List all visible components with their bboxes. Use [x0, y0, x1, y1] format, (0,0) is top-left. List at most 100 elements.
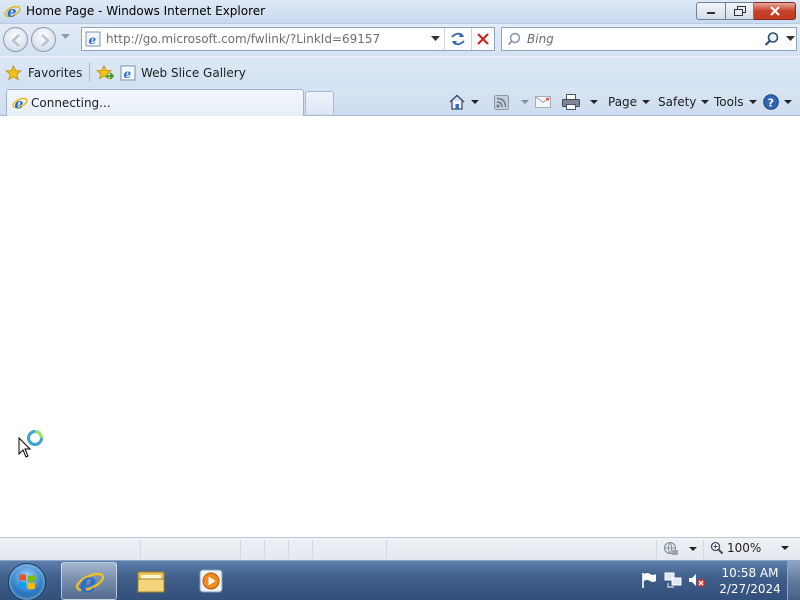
ie-icon: e — [120, 65, 136, 81]
windows-logo-icon — [19, 574, 35, 590]
page-menu[interactable]: Page — [608, 92, 651, 112]
tools-menu[interactable]: Tools — [714, 92, 757, 112]
ie-icon: e — [4, 3, 21, 20]
command-bar: e Connecting... Page Safety Tools ? — [0, 88, 800, 116]
restore-icon — [733, 6, 746, 16]
close-button[interactable] — [754, 2, 796, 20]
feeds-dropdown-icon[interactable] — [521, 100, 529, 104]
system-clock[interactable]: 10:58 AM 2/27/2024 — [712, 565, 788, 597]
show-desktop-button[interactable] — [787, 561, 800, 600]
stop-icon[interactable] — [475, 31, 491, 47]
navigation-bar: e http://go.microsoft.com/fwlink/?LinkId… — [0, 24, 800, 56]
divider — [140, 540, 141, 559]
print-button[interactable] — [562, 92, 598, 112]
window-controls — [696, 2, 796, 20]
favorites-star-icon — [5, 65, 22, 81]
svg-text:e: e — [15, 97, 24, 112]
page-menu-label: Page — [608, 95, 638, 109]
taskbar-internet-explorer[interactable]: e — [61, 562, 117, 600]
address-url[interactable]: http://go.microsoft.com/fwlink/?LinkId=6… — [106, 32, 380, 46]
status-bar: 100% — [0, 537, 800, 560]
busy-cursor-icon — [18, 430, 43, 458]
divider — [264, 540, 265, 559]
action-center-flag-icon[interactable] — [640, 571, 658, 589]
restore-button[interactable] — [726, 2, 754, 20]
divider — [240, 540, 241, 559]
svg-text:e: e — [7, 3, 17, 20]
help-dropdown-icon — [784, 100, 792, 104]
zone-dropdown-icon[interactable] — [689, 547, 697, 551]
favorites-item-label: Web Slice Gallery — [141, 66, 246, 80]
address-dropdown-icon[interactable] — [431, 36, 440, 42]
home-icon — [449, 94, 465, 110]
close-icon — [769, 6, 780, 16]
safety-menu-label: Safety — [658, 95, 697, 109]
taskbar: e 10:58 AM 2/27/2024 — [0, 560, 800, 600]
svg-text:e: e — [89, 33, 97, 47]
divider — [703, 540, 704, 559]
printer-icon — [562, 94, 580, 110]
zoom-control[interactable]: 100% — [710, 541, 790, 555]
search-icon[interactable] — [764, 31, 780, 47]
mail-icon — [535, 96, 551, 108]
page-content[interactable] — [0, 116, 800, 537]
page-dropdown-icon — [642, 100, 651, 104]
divider — [471, 28, 472, 50]
recent-pages-dropdown-icon[interactable] — [61, 34, 70, 40]
back-arrow-icon — [11, 34, 20, 47]
svg-text:?: ? — [768, 97, 774, 110]
minimize-button[interactable] — [696, 2, 726, 20]
favorites-item-web-slice-gallery[interactable]: e Web Slice Gallery — [120, 63, 246, 83]
feeds-button[interactable] — [494, 92, 529, 112]
divider — [89, 62, 90, 82]
taskbar-windows-explorer[interactable] — [123, 562, 179, 600]
favorites-label: Favorites — [28, 66, 83, 80]
tools-menu-label: Tools — [714, 95, 744, 109]
favorites-bar: Favorites e Web Slice Gallery — [0, 56, 800, 88]
forward-button[interactable] — [31, 27, 56, 52]
search-options-dropdown-icon[interactable] — [786, 36, 795, 42]
search-box[interactable]: Bing — [501, 27, 797, 51]
safety-menu[interactable]: Safety — [658, 92, 710, 112]
print-dropdown-icon[interactable] — [590, 100, 598, 104]
globe-lock-icon — [664, 542, 678, 555]
help-button[interactable]: ? — [763, 92, 792, 112]
home-dropdown-icon[interactable] — [471, 100, 479, 104]
taskbar-media-player[interactable] — [183, 562, 239, 600]
zoom-icon — [710, 541, 724, 555]
forward-arrow-icon — [41, 34, 50, 47]
divider — [656, 540, 657, 559]
favorites-button[interactable]: Favorites — [5, 63, 82, 83]
window-title: Home Page - Windows Internet Explorer — [26, 4, 266, 18]
tools-dropdown-icon — [748, 100, 757, 104]
divider — [444, 28, 445, 50]
bing-icon — [507, 32, 521, 46]
address-bar[interactable]: e http://go.microsoft.com/fwlink/?LinkId… — [81, 27, 495, 51]
tab-active[interactable]: e Connecting... — [6, 89, 304, 116]
refresh-icon[interactable] — [448, 30, 468, 48]
media-player-icon — [199, 569, 223, 593]
start-button[interactable] — [8, 563, 46, 600]
ie-icon: e — [75, 568, 105, 597]
network-icon[interactable] — [664, 571, 682, 589]
rss-feed-icon — [494, 94, 509, 110]
search-placeholder[interactable]: Bing — [527, 32, 554, 46]
notification-area — [640, 571, 712, 589]
home-button[interactable] — [448, 92, 479, 112]
protected-mode-indicator[interactable] — [663, 541, 697, 557]
back-button[interactable] — [3, 27, 28, 52]
zoom-level: 100% — [727, 541, 762, 555]
divider — [386, 540, 387, 559]
svg-text:e: e — [80, 568, 97, 597]
zoom-dropdown-icon[interactable] — [781, 546, 790, 550]
new-tab-button[interactable] — [305, 91, 334, 114]
ie-icon: e — [12, 97, 28, 112]
minimize-icon — [707, 12, 715, 14]
divider — [312, 540, 313, 559]
divider — [288, 540, 289, 559]
volume-muted-icon[interactable] — [688, 571, 706, 589]
tab-label: Connecting... — [31, 96, 111, 110]
read-mail-button[interactable] — [535, 92, 551, 112]
add-to-favorites-bar-icon[interactable] — [96, 65, 114, 81]
page-icon: e — [85, 31, 101, 47]
